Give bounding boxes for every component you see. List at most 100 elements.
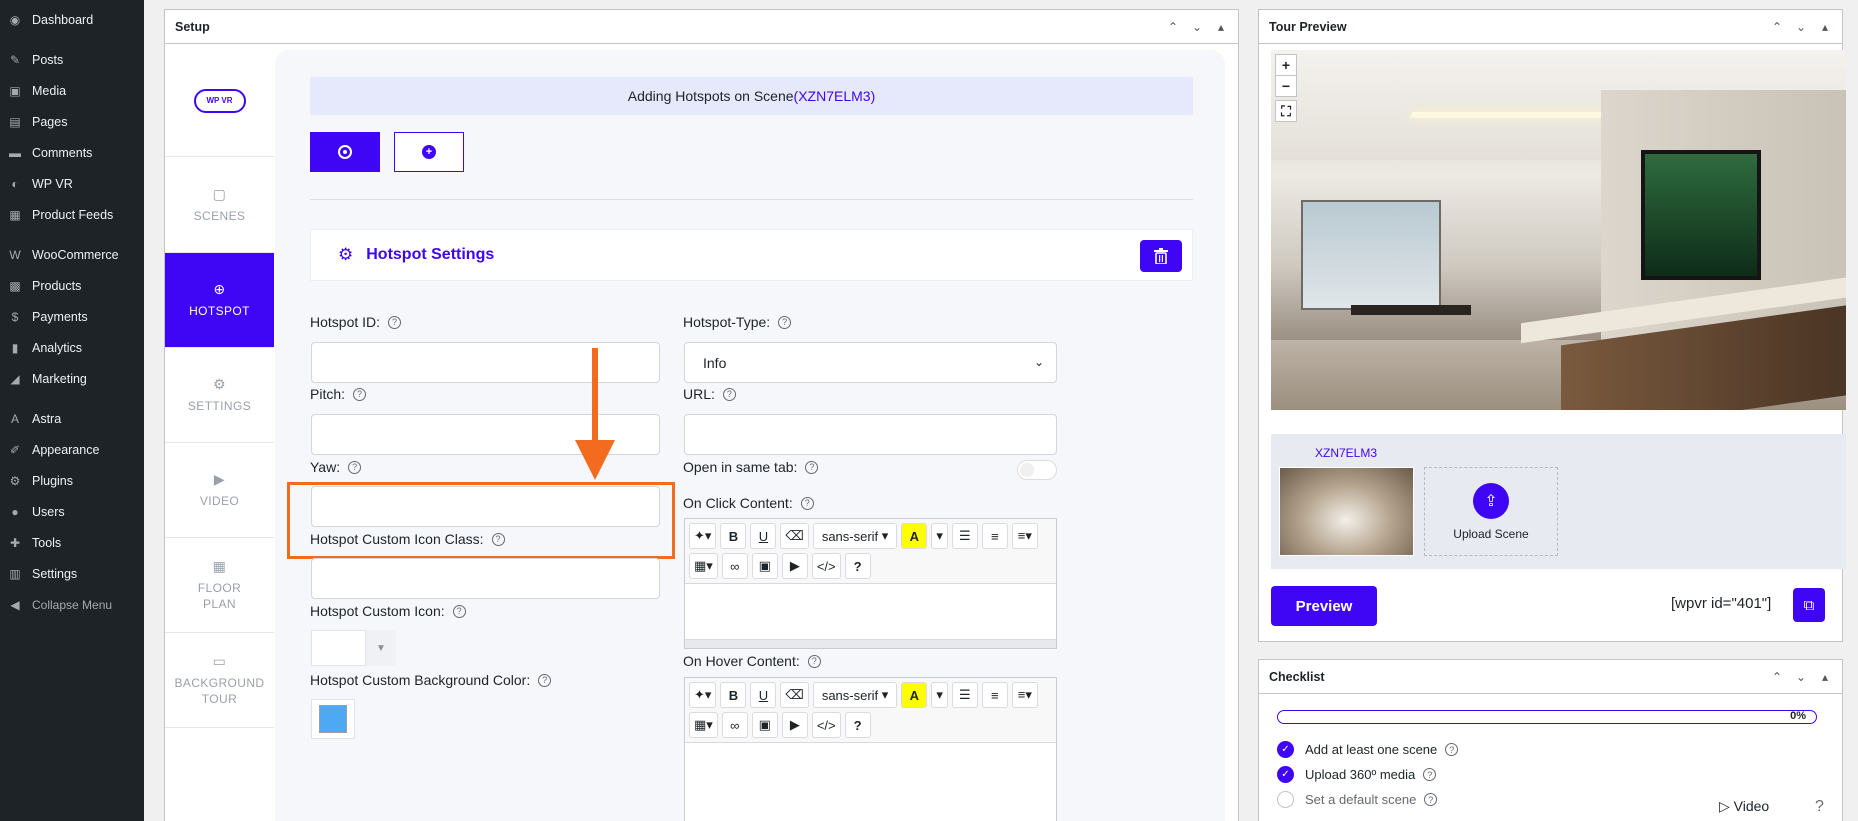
zoom-in-button[interactable]: + (1275, 54, 1297, 76)
code-button[interactable]: </> (811, 553, 841, 579)
help-icon[interactable]: ? (778, 315, 792, 329)
table-icon[interactable]: ▦▾ (689, 553, 718, 579)
scene-thumbnail[interactable] (1279, 467, 1414, 556)
eraser-icon[interactable]: ⌫ (780, 682, 809, 708)
magic-wand-icon[interactable]: ✦▾ (689, 523, 717, 549)
highlight-button[interactable]: A (901, 523, 928, 549)
triangle-up-icon[interactable]: ▴ (1818, 670, 1832, 684)
font-select[interactable]: sans-serif ▾ (812, 523, 898, 549)
link-icon[interactable]: ∞ (721, 553, 748, 579)
caret-down-icon[interactable]: ▾ (931, 523, 948, 549)
upload-scene-button[interactable]: ⇪ Upload Scene (1424, 467, 1558, 556)
chevron-down-icon[interactable]: ⌄ (1794, 670, 1808, 684)
menu-woocommerce[interactable]: W WooCommerce (0, 239, 144, 270)
tab-video[interactable]: ▶ VIDEO (165, 443, 274, 538)
bullet-list-icon[interactable]: ☰ (951, 682, 978, 708)
fullscreen-icon[interactable]: ⛶ (1275, 100, 1297, 122)
help-icon[interactable]: ? (538, 673, 552, 687)
chevron-down-icon[interactable]: ⌄ (1794, 20, 1808, 34)
align-icon[interactable]: ≡▾ (1011, 523, 1038, 549)
underline-button[interactable]: U (750, 523, 777, 549)
help-icon[interactable]: ? (353, 387, 367, 401)
link-icon[interactable]: ∞ (721, 712, 748, 738)
image-icon[interactable]: ▣ (751, 553, 778, 579)
table-icon[interactable]: ▦▾ (689, 712, 718, 738)
hotspot-type-select[interactable]: Info ⌄ (684, 342, 1057, 383)
menu-marketing[interactable]: ◢ Marketing (0, 363, 144, 394)
chevron-down-icon[interactable]: ⌄ (1190, 20, 1204, 34)
menu-collapse[interactable]: ◀ Collapse Menu (0, 589, 144, 620)
menu-astra[interactable]: A Astra (0, 403, 144, 434)
preview-button[interactable]: Preview (1271, 586, 1377, 626)
tab-scenes[interactable]: ▢ SCENES (165, 158, 274, 253)
eraser-icon[interactable]: ⌫ (780, 523, 809, 549)
menu-payments[interactable]: $ Payments (0, 301, 144, 332)
help-icon[interactable]: ? (388, 315, 402, 329)
chevron-up-icon[interactable]: ⌃ (1770, 670, 1784, 684)
caret-down-icon[interactable]: ▾ (931, 682, 948, 708)
help-button[interactable]: ? (844, 553, 871, 579)
code-button[interactable]: </> (811, 712, 841, 738)
underline-button[interactable]: U (750, 682, 777, 708)
editor-resizer[interactable] (685, 639, 1056, 648)
checklist-item[interactable]: Set a default scene? (1277, 791, 1438, 808)
help-icon[interactable]: ? (1424, 793, 1438, 806)
menu-product-feeds[interactable]: ▦ Product Feeds (0, 199, 144, 230)
checklist-item[interactable]: ✓ Add at least one scene? (1277, 741, 1459, 758)
tab-settings[interactable]: ⚙ SETTINGS (165, 348, 274, 443)
menu-comments[interactable]: ▬ Comments (0, 137, 144, 168)
highlight-button[interactable]: A (901, 682, 928, 708)
menu-users[interactable]: ● Users (0, 496, 144, 527)
help-icon[interactable]: ? (491, 532, 505, 546)
url-input[interactable] (684, 414, 1057, 455)
help-icon[interactable]: ? (722, 387, 736, 401)
menu-plugins[interactable]: ⚙ Plugins (0, 465, 144, 496)
tab-floor-plan[interactable]: ▦ FLOOR PLAN (165, 538, 274, 633)
help-icon[interactable]: ? (1445, 743, 1459, 756)
video-icon[interactable]: ▶ (781, 712, 808, 738)
hotspot-id-input[interactable] (311, 342, 660, 383)
copy-shortcode-button[interactable]: ⧉ (1793, 588, 1825, 622)
help-icon[interactable]: ? (1423, 768, 1437, 781)
help-icon[interactable]: ? (807, 654, 821, 668)
magic-wand-icon[interactable]: ✦▾ (689, 682, 717, 708)
menu-settings[interactable]: ▥ Settings (0, 558, 144, 589)
checklist-item[interactable]: ✓ Upload 360º media? (1277, 766, 1437, 783)
bold-button[interactable]: B (720, 682, 747, 708)
triangle-up-icon[interactable]: ▴ (1214, 20, 1228, 34)
help-icon[interactable]: ? (348, 460, 362, 474)
bg-color-picker[interactable] (311, 699, 355, 739)
menu-posts[interactable]: ✎ Posts (0, 44, 144, 75)
help-icon[interactable]: ? (1815, 798, 1824, 816)
menu-media[interactable]: ▣ Media (0, 75, 144, 106)
numbered-list-icon[interactable]: ≡ (981, 523, 1008, 549)
tab-hotspot[interactable]: ⊕ HOTSPOT (165, 253, 274, 348)
align-icon[interactable]: ≡▾ (1011, 682, 1038, 708)
menu-analytics[interactable]: ▮ Analytics (0, 332, 144, 363)
add-hotspot-button[interactable]: + (394, 132, 464, 172)
panorama-viewer[interactable]: + − ⛶ (1271, 50, 1846, 410)
video-link[interactable]: ▷ Video (1719, 798, 1769, 815)
menu-pages[interactable]: ▤ Pages (0, 106, 144, 137)
image-icon[interactable]: ▣ (751, 712, 778, 738)
menu-tools[interactable]: ✚ Tools (0, 527, 144, 558)
help-icon[interactable]: ? (805, 460, 819, 474)
zoom-out-button[interactable]: − (1275, 75, 1297, 97)
delete-hotspot-button[interactable] (1140, 240, 1182, 272)
help-button[interactable]: ? (844, 712, 871, 738)
custom-icon-picker[interactable]: ▼ (311, 630, 396, 666)
menu-products[interactable]: ▩ Products (0, 270, 144, 301)
font-select[interactable]: sans-serif ▾ (812, 682, 898, 708)
custom-icon-class-input[interactable] (311, 558, 660, 599)
menu-appearance[interactable]: ✐ Appearance (0, 434, 144, 465)
video-icon[interactable]: ▶ (781, 553, 808, 579)
menu-wpvr[interactable]: ◐ WP VR (0, 168, 144, 199)
triangle-up-icon[interactable]: ▴ (1818, 20, 1832, 34)
help-icon[interactable]: ? (800, 496, 814, 510)
open-same-tab-toggle[interactable] (1017, 460, 1057, 480)
help-icon[interactable]: ? (452, 604, 466, 618)
select-hotspot-button[interactable] (310, 132, 380, 172)
chevron-up-icon[interactable]: ⌃ (1166, 20, 1180, 34)
bullet-list-icon[interactable]: ☰ (951, 523, 978, 549)
tab-background-tour[interactable]: ▭ BACKGROUND TOUR (165, 633, 274, 728)
